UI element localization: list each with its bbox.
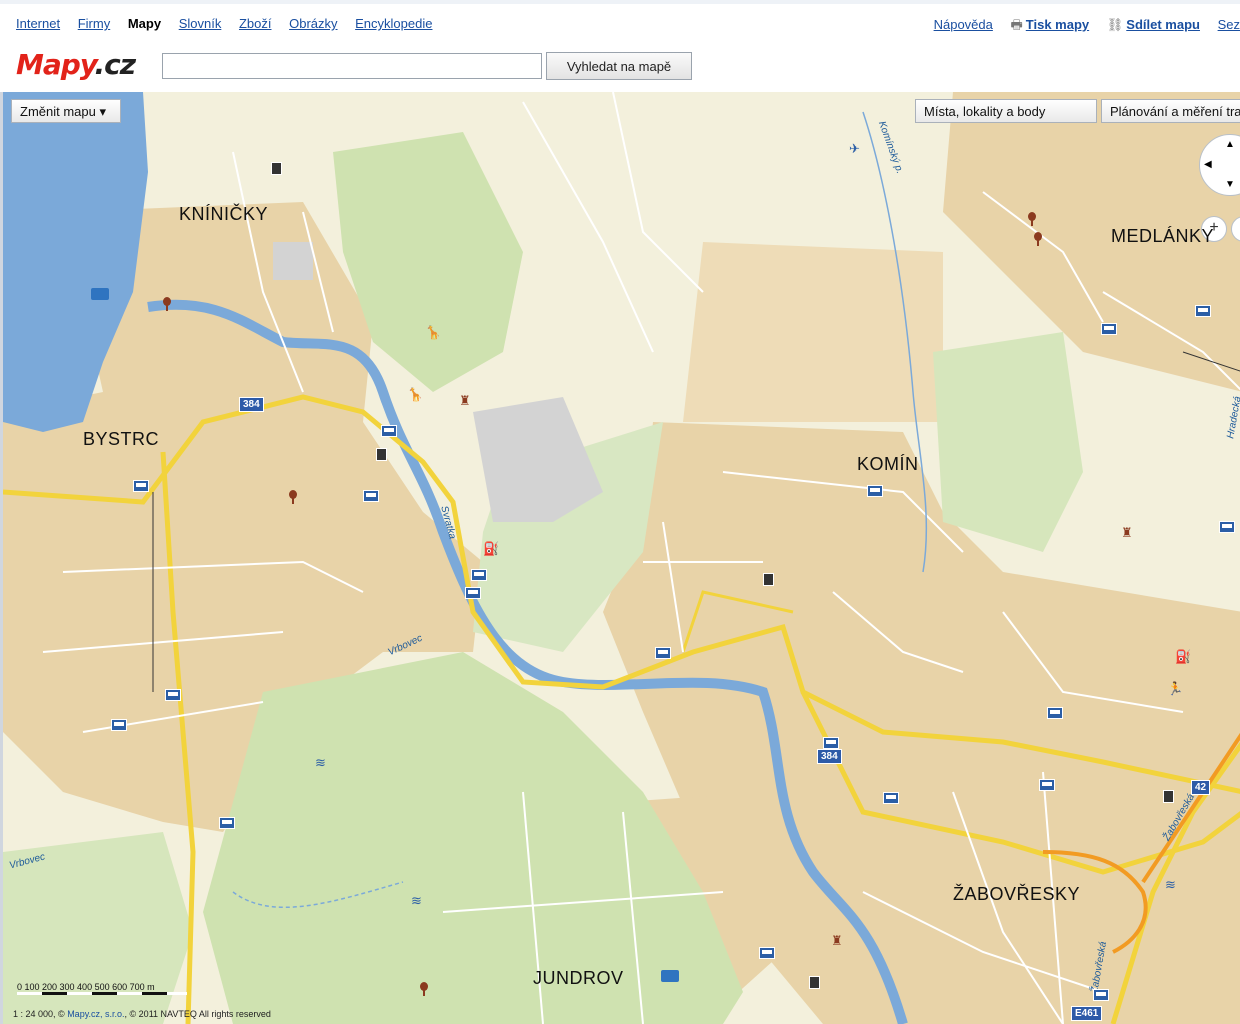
tram-stop-icon[interactable] xyxy=(1047,707,1063,719)
tram-stop-icon[interactable] xyxy=(471,569,487,581)
tram-stop-icon[interactable] xyxy=(759,947,775,959)
tram-stop-icon[interactable] xyxy=(111,719,127,731)
pan-down-icon[interactable]: ▼ xyxy=(1225,179,1235,190)
tram-stop-icon[interactable] xyxy=(823,737,839,749)
tram-stop-icon[interactable] xyxy=(465,587,481,599)
pan-up-icon[interactable]: ▲ xyxy=(1225,139,1235,150)
road-shield-42: 42 xyxy=(1191,780,1211,795)
copyright-prefix: 1 : 24 000, © xyxy=(13,1009,65,1019)
sports-icon[interactable]: 🏃 xyxy=(1167,682,1183,696)
road-shield-e461: E461 xyxy=(1071,1006,1103,1021)
printer-icon: 🖶 xyxy=(1010,17,1023,32)
tram-stop-icon[interactable] xyxy=(1101,323,1117,335)
tram-stop-icon[interactable] xyxy=(381,425,397,437)
memorial-tree-icon[interactable] xyxy=(288,490,298,504)
tram-stop-icon[interactable] xyxy=(1093,989,1109,1001)
link-icon: ⛓ xyxy=(1106,17,1124,32)
tram-stop-icon[interactable] xyxy=(1195,305,1211,317)
airport-icon[interactable]: ✈ xyxy=(849,142,860,156)
service-nav: Internet Firmy Mapy Slovník Zboží Obrázk… xyxy=(16,16,446,31)
print-map-link[interactable]: Tisk mapy xyxy=(1026,17,1089,32)
road-shield-384: 384 xyxy=(239,397,264,412)
nav-encyklopedie[interactable]: Encyklopedie xyxy=(355,16,432,31)
memorial-tree-icon[interactable] xyxy=(162,297,172,311)
places-button[interactable]: Místa, lokality a body xyxy=(915,99,1097,123)
help-link[interactable]: Nápověda xyxy=(934,17,993,32)
tram-stop-icon[interactable] xyxy=(867,485,883,497)
swimming-pool-icon[interactable]: ≋ xyxy=(315,756,326,770)
road-shield-384: 384 xyxy=(817,749,842,764)
nav-obrazky[interactable]: Obrázky xyxy=(289,16,337,31)
search-input[interactable] xyxy=(162,53,542,79)
nav-zbozi[interactable]: Zboží xyxy=(239,16,272,31)
change-map-button[interactable]: Změnit mapu ▾ xyxy=(11,99,121,123)
tram-stop-icon[interactable] xyxy=(655,647,671,659)
castle-icon[interactable]: ♜ xyxy=(1121,526,1133,540)
school-icon[interactable] xyxy=(1163,790,1174,803)
zoo-icon[interactable]: 🦒 xyxy=(407,388,423,402)
tram-stop-icon[interactable] xyxy=(883,792,899,804)
swimming-pool-icon[interactable]: ≋ xyxy=(1165,878,1176,892)
nav-slovnik[interactable]: Slovník xyxy=(179,16,222,31)
fuel-station-icon[interactable]: ⛽ xyxy=(1175,650,1191,664)
scale-bar-labels: 0 100 200 300 400 500 600 700 m xyxy=(17,982,155,992)
mapy-logo[interactable]: Mapy.cz xyxy=(16,48,136,81)
search-button[interactable]: Vyhledat na mapě xyxy=(546,52,692,80)
copyright-suffix: , © 2011 NAVTEQ All rights reserved xyxy=(124,1009,271,1019)
castle-icon[interactable]: ♜ xyxy=(459,394,471,408)
place-jundrov[interactable]: JUNDROV xyxy=(533,968,624,989)
routing-button[interactable]: Plánování a měření tras xyxy=(1101,99,1240,123)
memorial-tree-icon[interactable] xyxy=(419,982,429,996)
school-icon[interactable] xyxy=(271,162,282,175)
place-zabovresky[interactable]: ŽABOVŘESKY xyxy=(953,884,1080,905)
swimming-icon[interactable] xyxy=(91,288,109,300)
nav-firmy[interactable]: Firmy xyxy=(78,16,111,31)
copyright-link[interactable]: Mapy.cz, s.r.o. xyxy=(67,1009,124,1019)
pan-left-icon[interactable]: ◀ xyxy=(1204,159,1212,170)
map-canvas[interactable]: Změnit mapu ▾ Místa, lokality a body Plá… xyxy=(0,92,1240,1024)
school-icon[interactable] xyxy=(763,573,774,586)
place-medlanky[interactable]: MEDLÁNKY xyxy=(1111,226,1214,247)
top-bar: Internet Firmy Mapy Slovník Zboží Obrázk… xyxy=(0,0,1240,92)
school-icon[interactable] xyxy=(376,448,387,461)
swimming-pool-icon[interactable]: ≋ xyxy=(411,894,422,908)
zoo-icon[interactable]: 🦒 xyxy=(425,326,441,340)
tram-stop-icon[interactable] xyxy=(165,689,181,701)
tram-stop-icon[interactable] xyxy=(133,480,149,492)
fuel-station-icon[interactable]: ⛽ xyxy=(483,542,499,556)
utility-nav: Nápověda 🖶 Tisk mapy ⛓ Sdílet mapu Sez xyxy=(920,16,1240,38)
tram-stop-icon[interactable] xyxy=(1039,779,1055,791)
place-komin[interactable]: KOMÍN xyxy=(857,454,919,475)
memorial-tree-icon[interactable] xyxy=(1027,212,1037,226)
share-map-link[interactable]: Sdílet mapu xyxy=(1126,17,1200,32)
memorial-tree-icon[interactable] xyxy=(1033,232,1043,246)
tram-stop-icon[interactable] xyxy=(1219,521,1235,533)
tram-stop-icon[interactable] xyxy=(219,817,235,829)
tram-stop-icon[interactable] xyxy=(363,490,379,502)
nav-internet[interactable]: Internet xyxy=(16,16,60,31)
nav-seznam[interactable]: Sez xyxy=(1218,17,1240,32)
school-icon[interactable] xyxy=(809,976,820,989)
copyright: 1 : 24 000, © Mapy.cz, s.r.o., © 2011 NA… xyxy=(13,1009,271,1019)
scale-bar-graphic xyxy=(17,992,187,995)
castle-icon[interactable]: ♜ xyxy=(831,934,843,948)
place-bystrc[interactable]: BYSTRC xyxy=(83,429,159,450)
nav-mapy: Mapy xyxy=(127,16,162,31)
swimming-icon[interactable] xyxy=(661,970,679,982)
place-kninicky[interactable]: KNÍNIČKY xyxy=(179,204,268,225)
